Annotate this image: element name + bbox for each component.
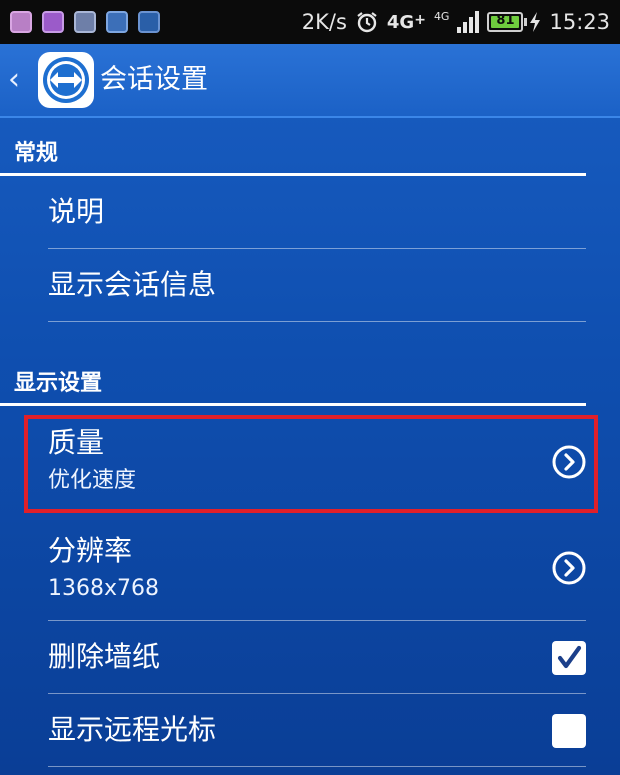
back-chevron-icon[interactable]: ‹ [8,62,20,98]
app-notification-icon [10,11,32,33]
sim-notification-icon [106,11,128,33]
highlight-box [24,415,598,513]
section-header-display: 显示设置 [0,368,586,406]
gallery-notification-icon [42,11,64,33]
shield-notification-icon [74,11,96,33]
page-title: 会话设置 [100,64,208,95]
net-speed: 2K/s [301,10,347,34]
alarm-icon [357,12,377,33]
teamviewer-logo-icon[interactable] [36,50,96,110]
network-sub: 4G [433,9,450,23]
signal-icon [457,11,480,33]
item-title: 显示会话信息 [48,268,217,301]
list-item-show-session-info[interactable]: 显示会话信息 [48,249,586,322]
status-bar: 2K/s 4G+ 4G 81 15:23 [0,0,620,44]
charging-icon [530,12,541,32]
item-title: 分辨率 [48,534,133,567]
item-title: 删除墙纸 [48,640,161,673]
android-notification-icon [138,11,160,33]
item-title: 说明 [48,195,105,228]
action-bar: ‹ 会话设置 [0,44,620,118]
chevron-right-circle-icon[interactable] [552,551,586,585]
item-title: 显示远程光标 [48,713,217,746]
check-icon [557,645,582,669]
section-header-general: 常规 [0,138,586,176]
list-item-show-remote-cursor[interactable]: 显示远程光标 [48,694,586,767]
battery-icon: 81 [487,12,528,32]
list-item-description[interactable]: 说明 [48,176,586,249]
list-item-resolution[interactable]: 分辨率 1368x768 [48,527,586,621]
show-remote-cursor-checkbox[interactable] [552,714,586,748]
network-type: 4G+ [386,11,426,33]
item-subtitle: 1368x768 [48,576,159,601]
list-item-remove-wallpaper[interactable]: 删除墙纸 [48,621,586,694]
clock: 15:23 [549,10,610,34]
remove-wallpaper-checkbox[interactable] [552,641,586,675]
status-right: 2K/s 4G+ 4G 81 15:23 [302,0,610,44]
